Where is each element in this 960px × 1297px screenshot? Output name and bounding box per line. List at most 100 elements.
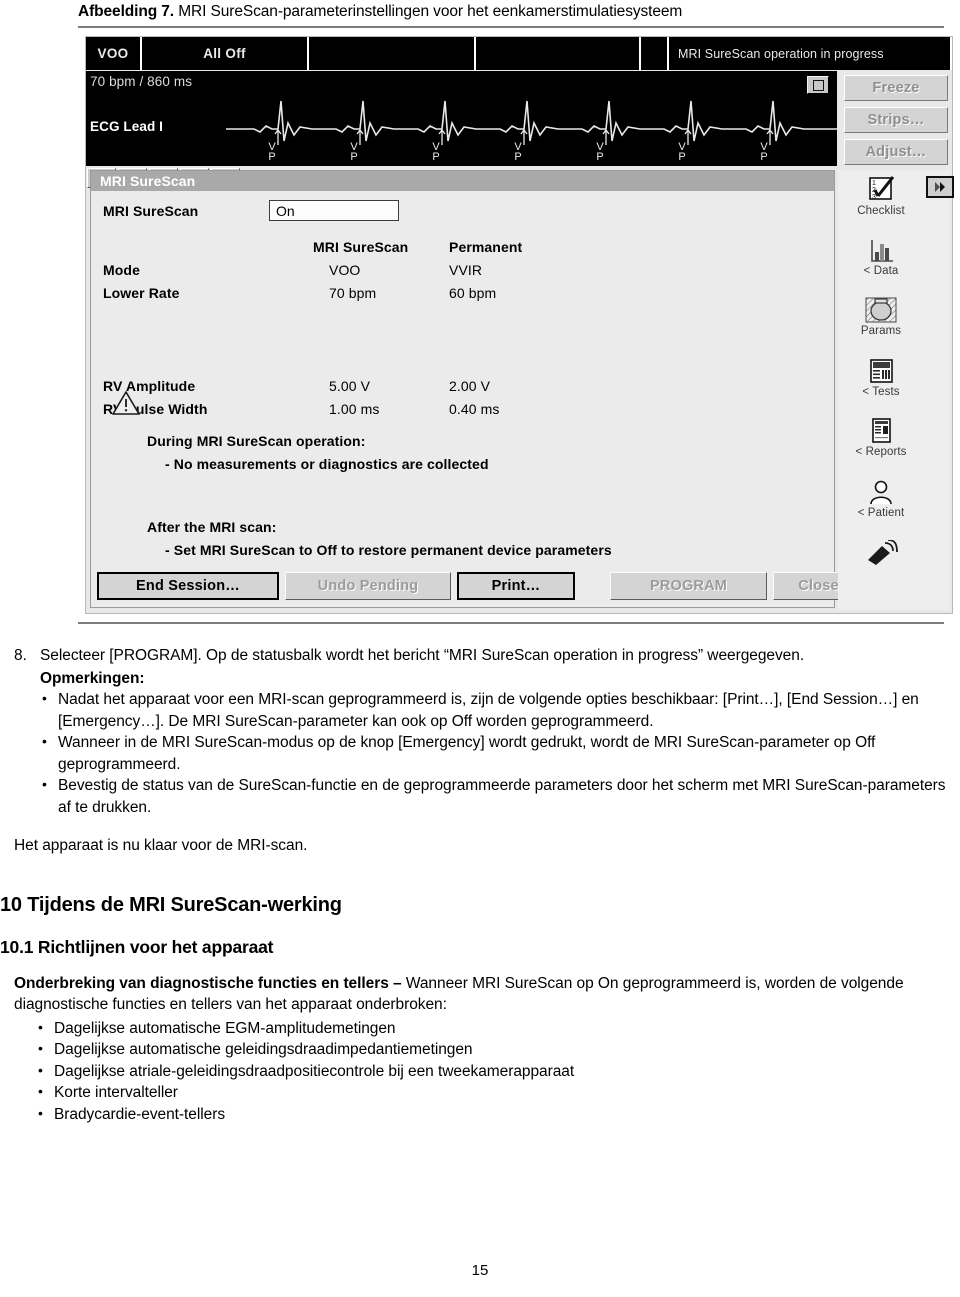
caption-divider bbox=[78, 26, 944, 28]
rail-item-data[interactable]: < Data bbox=[838, 232, 924, 277]
status-bar: VOO All Off MRI SureScan operation in pr… bbox=[86, 37, 952, 70]
ecg-rate-label: 70 bpm / 860 ms bbox=[90, 74, 193, 89]
notes-heading: Opmerkingen: bbox=[40, 669, 145, 687]
program-button[interactable]: PROGRAM bbox=[610, 572, 767, 600]
row-label-lower-rate: Lower Rate bbox=[103, 285, 180, 301]
svg-text:P: P bbox=[514, 151, 521, 161]
svg-text:P: P bbox=[432, 151, 439, 161]
undo-pending-button[interactable]: Undo Pending bbox=[285, 572, 451, 600]
page-number: 15 bbox=[471, 1262, 489, 1279]
ecg-waveform: VP VP VP VP VP VP VP bbox=[226, 100, 837, 161]
lead-paragraph: Onderbreking van diagnostische functies … bbox=[14, 973, 946, 1016]
step-8: 8. Selecteer [PROGRAM]. Op de statusbalk… bbox=[0, 645, 960, 667]
rail-label-checklist: Checklist bbox=[857, 205, 905, 217]
rail-item-checklist[interactable]: 123 Checklist bbox=[838, 172, 924, 217]
rail-item-params[interactable]: Params bbox=[838, 292, 924, 337]
figure-label: Afbeelding 7. bbox=[78, 3, 175, 20]
svg-text:P: P bbox=[596, 151, 603, 161]
svg-text:P: P bbox=[350, 151, 357, 161]
note-item: Nadat het apparaat voor een MRI-scan gep… bbox=[40, 688, 960, 732]
navigation-rail: 123 Checklist < Data Params < Tests < Re… bbox=[838, 170, 954, 610]
surescan-select[interactable]: On bbox=[269, 200, 399, 221]
surescan-panel: MRI SureScan MRI SureScan On MRI SureSca… bbox=[90, 170, 864, 608]
rail-item-wand[interactable] bbox=[838, 534, 924, 567]
list-item: Dagelijkse atriale-geleidingsdraadpositi… bbox=[36, 1060, 960, 1083]
wand-icon bbox=[838, 534, 924, 566]
svg-text:P: P bbox=[678, 151, 685, 161]
rail-label-tests: < Tests bbox=[862, 386, 900, 398]
list-item: Dagelijkse automatische geleidingsdraadi… bbox=[36, 1038, 960, 1061]
rail-item-tests[interactable]: < Tests bbox=[838, 353, 924, 398]
row-value-lower-rate-surescan: 70 bpm bbox=[329, 285, 377, 301]
rail-item-patient[interactable]: < Patient bbox=[838, 474, 924, 519]
params-icon bbox=[838, 292, 924, 324]
end-session-button[interactable]: End Session… bbox=[97, 572, 279, 600]
figure-caption-text: MRI SureScan-parameterinstellingen voor … bbox=[178, 3, 683, 20]
note-during-heading: During MRI SureScan operation: bbox=[147, 433, 366, 449]
bar-chart-icon bbox=[838, 232, 924, 264]
column-header-permanent: Permanent bbox=[449, 239, 523, 255]
next-arrow-icon[interactable] bbox=[926, 176, 954, 198]
row-value-mode-permanent: VVIR bbox=[449, 262, 483, 278]
row-label-mode: Mode bbox=[103, 262, 140, 278]
status-segment-3 bbox=[309, 37, 476, 70]
row-value-rv-amplitude-permanent: 2.00 V bbox=[449, 378, 491, 394]
svg-text:3: 3 bbox=[872, 194, 876, 201]
next-arrow-glyph bbox=[935, 182, 945, 192]
ecg-control-buttons: Freeze Strips… Adjust… bbox=[844, 75, 948, 171]
note-item: Wanneer in de MRI SureScan-modus op de k… bbox=[40, 731, 960, 775]
subsection-heading: 10.1 Richtlijnen voor het apparaat bbox=[0, 937, 274, 957]
document-page: Afbeelding 7. MRI SureScan-parameterinst… bbox=[0, 0, 960, 1297]
freeze-button[interactable]: Freeze bbox=[844, 75, 948, 101]
note-item: Bevestig de status van de SureScan-funct… bbox=[40, 774, 960, 818]
print-button[interactable]: Print… bbox=[457, 572, 575, 600]
rail-label-params: Params bbox=[860, 325, 902, 337]
row-value-lower-rate-permanent: 60 bpm bbox=[449, 285, 497, 301]
strips-button[interactable]: Strips… bbox=[844, 107, 948, 133]
reports-icon bbox=[838, 413, 924, 445]
ready-text: Het apparaat is nu klaar voor de MRI-sca… bbox=[14, 837, 308, 854]
figure-bottom-divider bbox=[78, 622, 944, 624]
rail-label-reports: < Reports bbox=[855, 446, 907, 458]
section-heading: 10 Tijdens de MRI SureScan-werking bbox=[0, 893, 342, 916]
ecg-panel: 70 bpm / 860 ms ECG Lead I VP V P V P V … bbox=[86, 71, 837, 166]
adjust-button[interactable]: Adjust… bbox=[844, 139, 948, 165]
rail-label-patient: < Patient bbox=[857, 507, 905, 519]
svg-text:P: P bbox=[760, 151, 767, 161]
status-segment-4 bbox=[476, 37, 641, 70]
notes-block: Opmerkingen: Nadat het apparaat voor een… bbox=[40, 668, 960, 819]
svg-text:P: P bbox=[268, 151, 275, 161]
row-value-rv-pulse-width-surescan: 1.00 ms bbox=[329, 401, 380, 417]
tests-icon bbox=[838, 353, 924, 385]
row-value-rv-amplitude-surescan: 5.00 V bbox=[329, 378, 371, 394]
rail-item-reports[interactable]: < Reports bbox=[838, 413, 924, 458]
svg-text:1: 1 bbox=[872, 180, 876, 187]
row-value-mode-surescan: VOO bbox=[329, 262, 361, 278]
note-after-heading: After the MRI scan: bbox=[147, 519, 277, 535]
figure-caption: Afbeelding 7. MRI SureScan-parameterinst… bbox=[78, 2, 948, 21]
column-header-surescan: MRI SureScan bbox=[313, 239, 409, 255]
row-value-rv-pulse-width-permanent: 0.40 ms bbox=[449, 401, 500, 417]
surescan-field-label: MRI SureScan bbox=[103, 203, 199, 219]
step-8-text: Selecteer [PROGRAM]. Op de statusbalk wo… bbox=[40, 647, 805, 664]
list-item: Bradycardie-event-tellers bbox=[36, 1103, 960, 1126]
status-segment-5 bbox=[641, 37, 669, 70]
list-item: Dagelijkse automatische EGM-amplitudemet… bbox=[36, 1017, 960, 1040]
ecg-lead-label: ECG Lead I bbox=[90, 119, 164, 134]
status-segment-mode: VOO bbox=[86, 37, 142, 70]
patient-icon bbox=[838, 474, 924, 506]
status-message: MRI SureScan operation in progress bbox=[669, 37, 952, 70]
step-8-number: 8. bbox=[14, 647, 27, 664]
disabled-features-list: Dagelijkse automatische EGM-amplitudemet… bbox=[36, 1017, 960, 1126]
action-button-row: End Session… Undo Pending Print… PROGRAM… bbox=[97, 572, 864, 602]
rail-label-data: < Data bbox=[863, 265, 899, 277]
lead-bold: Onderbreking van diagnostische functies … bbox=[14, 974, 406, 992]
note-after-item: - Set MRI SureScan to Off to restore per… bbox=[165, 542, 612, 558]
body-text: 8. Selecteer [PROGRAM]. Op de statusbalk… bbox=[0, 645, 960, 1125]
panel-title: MRI SureScan bbox=[91, 171, 834, 191]
note-during-item: - No measurements or diagnostics are col… bbox=[165, 456, 489, 472]
